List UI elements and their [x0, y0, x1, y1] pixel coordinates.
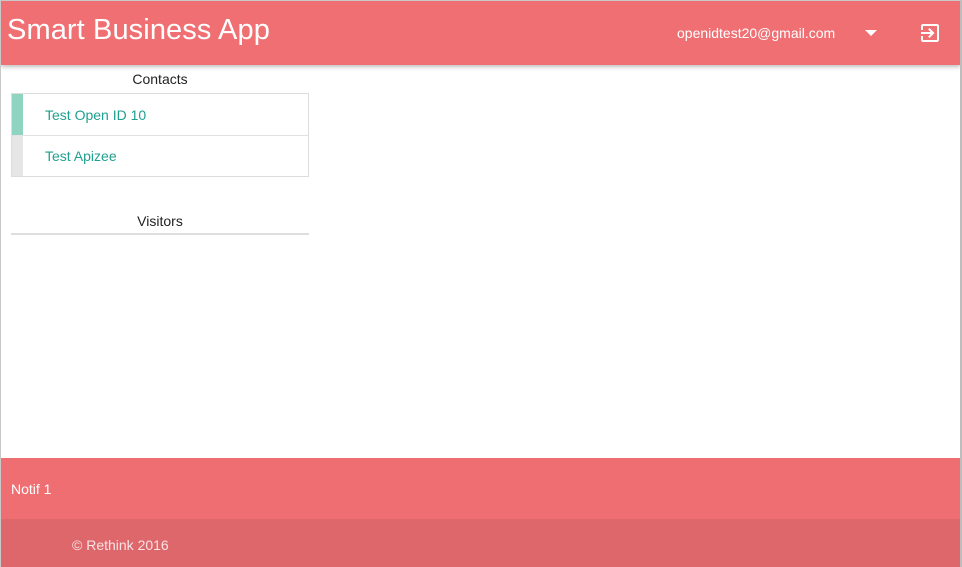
visitors-title: Visitors: [11, 209, 309, 235]
notification-bar: Notif 1: [1, 458, 960, 519]
user-email: openidtest20@gmail.com: [677, 25, 836, 41]
contact-status-indicator: [12, 136, 23, 176]
notification-text[interactable]: Notif 1: [11, 481, 51, 497]
contact-name: Test Open ID 10: [45, 106, 147, 123]
exit-to-app-icon: [921, 24, 939, 42]
footer: © Rethink 2016: [1, 519, 960, 567]
sidebar: Contacts Test Open ID 10 Test Apizee Vis…: [11, 65, 309, 235]
app-window: Smart Business App openidtest20@gmail.co…: [0, 0, 962, 567]
contact-status-indicator: [12, 94, 23, 135]
contacts-list: Test Open ID 10 Test Apizee: [11, 93, 309, 177]
app-title[interactable]: Smart Business App: [7, 14, 270, 47]
user-menu-dropdown-button[interactable]: [859, 21, 883, 45]
contact-name: Test Apizee: [45, 148, 117, 164]
caret-down-icon: [865, 30, 877, 36]
copyright-text: © Rethink 2016: [72, 537, 169, 553]
contacts-title: Contacts: [132, 71, 188, 87]
contact-item-test-open-id-10[interactable]: Test Open ID 10: [12, 94, 308, 135]
app-header: Smart Business App openidtest20@gmail.co…: [1, 1, 960, 65]
contact-item-test-apizee[interactable]: Test Apizee: [12, 135, 308, 176]
logout-button[interactable]: [917, 20, 943, 46]
